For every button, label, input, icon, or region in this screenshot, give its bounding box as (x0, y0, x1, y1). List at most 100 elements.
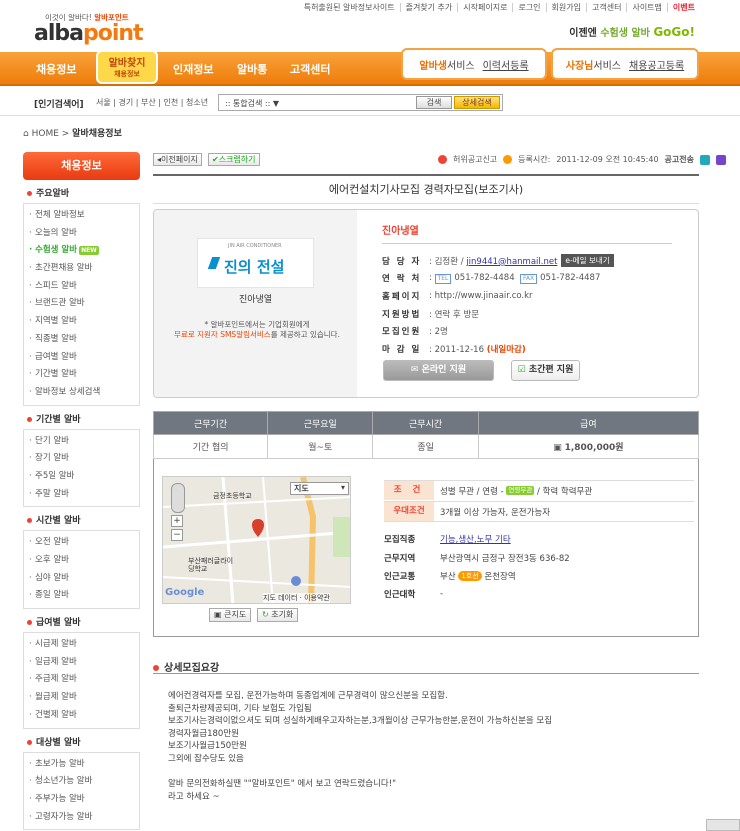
top-link-join[interactable]: 회원가입 (545, 2, 586, 12)
age-tag: 연령무관 (506, 486, 535, 495)
map-reset-button[interactable]: ↻ 초기화 (257, 608, 299, 622)
sidebar-item[interactable]: 전체 알바정보 (24, 207, 139, 225)
table-header: 근무시간 (372, 411, 479, 435)
top-link-startpage[interactable]: 시작페이지로 (457, 2, 512, 12)
company-box: JIN AIR CONDITIONER 진의 전설 진아냉열 * 알바포인트에서… (153, 209, 699, 398)
top-link-patent[interactable]: 특허출원된 알바정보사이트 (299, 3, 400, 12)
magnify-icon: ▣ (214, 610, 222, 619)
sidebar-item[interactable]: 심야 알바 (24, 570, 139, 588)
apply-simple-button[interactable]: ☑ 초간편 지원 (511, 360, 580, 381)
details-text: 에어컨경력자를 모집, 운전가능하며 동종업계에 근무경력이 많으신분을 모집함… (168, 691, 553, 802)
popular-keywords[interactable]: 서울 | 경기 | 부산 | 인천 | 청소년 (96, 97, 208, 108)
sidebar-item[interactable]: 오늘의 알바 (24, 225, 139, 243)
check-icon: ☑ (517, 365, 526, 375)
sidebar-item[interactable]: 단기 알바 (24, 433, 139, 451)
nav-jobs[interactable]: 채용정보 (36, 61, 76, 77)
manager-label: 담 당 자 (382, 256, 422, 267)
top-link-login[interactable]: 로그인 (512, 2, 545, 12)
twitter-icon[interactable] (700, 154, 710, 165)
map-type-dropdown[interactable]: 지도 ▾ (290, 482, 349, 495)
sidebar-item[interactable]: 스피드 알바 (24, 278, 139, 296)
slogan-go: GoGo! (653, 25, 695, 39)
top-links: 특허출원된 알바정보사이트 즐겨찾기 추가 시작페이지로 로그인 회원가입 고객… (299, 0, 700, 14)
cond-label: 조 건 (384, 481, 434, 500)
sidebar-item[interactable]: 직종별 알바 (24, 331, 139, 349)
traffic-city: 부산 (440, 572, 456, 582)
me2day-icon[interactable] (716, 154, 726, 165)
sidebar-item[interactable]: 기간별 알바 (24, 366, 139, 384)
nav-alba-badge[interactable]: 알바찾지 채용정보 (96, 50, 158, 84)
sidebar-item[interactable]: 주말 알바 (24, 486, 139, 504)
email-button[interactable]: e-메일 보내기 (561, 254, 614, 268)
scroll-top-button[interactable] (706, 819, 740, 831)
cond-row: 조 건 성별 무관 / 연령 - 연령무관 / 학력 학력무관 (384, 480, 694, 500)
detail-search-button[interactable]: 상세검색 (454, 96, 500, 109)
sidebar-item[interactable]: 초간편채용 알바 (24, 260, 139, 278)
nav-support[interactable]: 고객센터 (290, 61, 330, 77)
sidebar-group: 단기 알바 장기 알바 주5일 알바 주말 알바 (23, 428, 140, 508)
big-map-button[interactable]: ▣ 큰지도 (209, 608, 252, 622)
site-logo[interactable]: albapoint (34, 21, 144, 46)
sidebar-item[interactable]: 건별제 알바 (24, 707, 139, 725)
prev-page-button[interactable]: ◂이전페이지 (153, 153, 202, 166)
apply-online-button[interactable]: ✉ 온라인 지원 (383, 360, 494, 381)
sidebar-item[interactable]: 주급제 알바 (24, 671, 139, 689)
sidebar-item[interactable]: 종일 알바 (24, 587, 139, 605)
deadline-note: (내일마감) (486, 344, 526, 355)
sidebar-item[interactable]: 알바정보 상세검색 (24, 384, 139, 402)
cond-post: / 학력 학력무관 (537, 486, 593, 497)
sidebar-item[interactable]: 오전 알바 (24, 534, 139, 552)
badge-sub: 채용정보 (114, 70, 140, 78)
service-employer[interactable]: 사장님서비스 채용공고등록 (551, 48, 699, 80)
nav-talent[interactable]: 인재정보 (173, 61, 213, 77)
reg-label: 등록시간: (518, 155, 551, 164)
sidebar-item[interactable]: 일급제 알바 (24, 654, 139, 672)
table-header: 근무기간 (152, 411, 269, 435)
sidebar-item[interactable]: 주5일 알바 (24, 468, 139, 486)
sidebar-item[interactable]: 시급제 알바 (24, 636, 139, 654)
service-employer-link[interactable]: 채용공고등록 (629, 57, 684, 72)
tel-tag: TEL (434, 273, 452, 284)
sidebar-item[interactable]: 고령자가능 알바 (24, 809, 139, 827)
map-view[interactable]: + − 지도 ▾ 금정초등학교 부산패러글라이딩학교 Google 지도 데이터… (162, 476, 351, 604)
sidebar-item[interactable]: 장기 알바 (24, 450, 139, 468)
sidebar-item[interactable]: 청소년가능 알바 (24, 773, 139, 791)
map-credit[interactable]: 지도 데이터 · 이용약관 (263, 593, 330, 603)
streetview-icon[interactable] (171, 483, 185, 513)
sidebar-item[interactable]: 오후 알바 (24, 552, 139, 570)
top-link-favorite[interactable]: 즐겨찾기 추가 (399, 2, 458, 12)
job-link[interactable]: 기능,생산,노무 기타 (440, 533, 511, 545)
area-row: 근무지역 부산광역시 금정구 장전3동 636-82 (384, 552, 570, 564)
scrap-button[interactable]: ✔스크랩하기 (208, 153, 260, 166)
email-link[interactable]: jin9441@hanmail.net (466, 257, 557, 267)
service-seeker-link[interactable]: 이력서등록 (483, 57, 529, 72)
report-link[interactable]: 허위공고신고 (453, 154, 497, 165)
service-seeker[interactable]: 알바생서비스 이력서등록 (401, 48, 547, 80)
fax-value: 051-782-4487 (540, 272, 601, 283)
top-link-sitemap[interactable]: 사이트맵 (626, 2, 666, 12)
area-value: 부산광역시 금정구 장전3동 636-82 (440, 554, 570, 564)
search-button[interactable]: 검색 (416, 96, 452, 109)
company-contact: 진아냉열 담 당 자: 김정환 / jin9441@hanmail.net e-메… (382, 222, 682, 358)
location-box: + − 지도 ▾ 금정초등학교 부산패러글라이딩학교 Google 지도 데이터… (153, 459, 699, 637)
sidebar-item[interactable]: 급여별 알바 (24, 349, 139, 367)
home-icon: ⌂ (23, 129, 29, 139)
sidebar-item[interactable]: 초보가능 알바 (24, 756, 139, 774)
sidebar-item-exam[interactable]: 수험생 알바NEW (24, 242, 139, 260)
top-link-support[interactable]: 고객센터 (586, 2, 626, 12)
sidebar-item[interactable]: 지역별 알바 (24, 313, 139, 331)
sidebar-item[interactable]: 주부가능 알바 (24, 791, 139, 809)
breadcrumb-home[interactable]: HOME (32, 129, 59, 139)
nav-albatong[interactable]: 알바통 (237, 61, 267, 77)
sidebar-group: 시급제 알바 일급제 알바 주급제 알바 월급제 알바 건별제 알바 (23, 632, 140, 729)
table-cell: 월~토 (267, 434, 374, 459)
check-icon: ✔ (212, 155, 219, 164)
logo-small-text: JIN AIR CONDITIONER (228, 243, 282, 249)
homepage-link[interactable]: http://www.jinaair.co.kr (435, 291, 533, 301)
zoom-out-icon[interactable]: − (171, 529, 183, 541)
sidebar-item[interactable]: 월급제 알바 (24, 689, 139, 707)
top-link-event[interactable]: 이벤트 (666, 2, 700, 12)
deadline-value: 2011-12-16 (434, 344, 484, 355)
sidebar-item[interactable]: 브랜드관 알바 (24, 295, 139, 313)
zoom-in-icon[interactable]: + (171, 515, 183, 527)
